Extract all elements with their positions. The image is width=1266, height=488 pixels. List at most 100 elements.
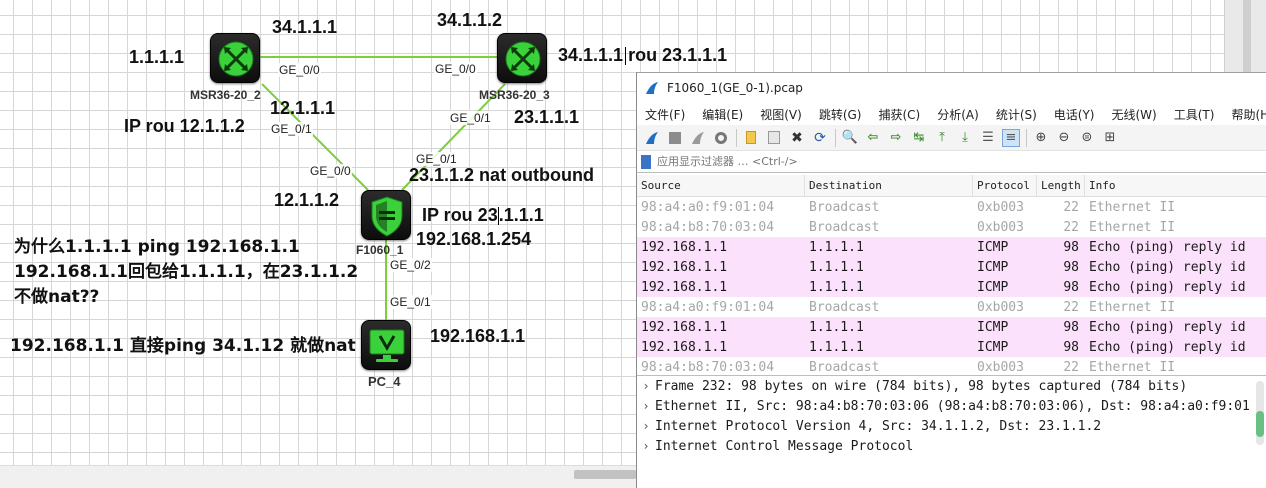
table-row[interactable]: 192.168.1.1 1.1.1.1 ICMP 98 Echo (ping) repl… xyxy=(637,257,1266,277)
chevron-right-icon[interactable]: › xyxy=(637,419,655,433)
chevron-right-icon[interactable]: › xyxy=(637,439,655,453)
router-icon xyxy=(505,41,541,77)
display-filter-bar xyxy=(637,151,1266,173)
menu-help[interactable]: 帮助(H) xyxy=(1231,106,1266,123)
menu-view[interactable]: 视图(V) xyxy=(760,106,802,123)
cell-info: Ethernet II xyxy=(1089,359,1176,372)
go-to-packet-icon[interactable]: ↹ xyxy=(910,129,928,147)
window-title: F1060_1(GE_0-1).pcap xyxy=(667,81,803,95)
nat-note: 23.1.1.2 nat outbound xyxy=(409,165,595,185)
cell-source: 98:a4:a0:f9:01:04 xyxy=(641,299,775,315)
packet-list-header: Source Destination Protocol Length Info xyxy=(637,175,1266,197)
port-label: GE_0/2 xyxy=(389,258,432,272)
detail-row[interactable]: › Internet Protocol Version 4, Src: 34.1.… xyxy=(637,416,1266,436)
scrollbar-thumb[interactable] xyxy=(1256,411,1264,437)
cell-protocol: 0xb003 xyxy=(977,299,1024,315)
cell-destination: Broadcast xyxy=(809,199,880,215)
go-forward-icon[interactable]: ⇨ xyxy=(887,129,905,147)
menu-statistics[interactable]: 统计(S) xyxy=(996,106,1037,123)
column-header-destination[interactable]: Destination xyxy=(805,175,973,197)
restart-capture-icon[interactable] xyxy=(689,129,707,147)
table-row[interactable]: 98:a4:b8:70:03:04 Broadcast 0xb003 22 Ethern… xyxy=(637,357,1266,371)
menu-edit[interactable]: 编辑(E) xyxy=(702,106,743,123)
table-row[interactable]: 192.168.1.1 1.1.1.1 ICMP 98 Echo (ping) repl… xyxy=(637,317,1266,337)
chevron-right-icon[interactable]: › xyxy=(637,379,655,393)
column-header-source[interactable]: Source xyxy=(637,175,805,197)
open-file-icon[interactable] xyxy=(742,129,760,147)
topology-right-scrollbar[interactable] xyxy=(1224,0,1266,72)
reload-file-icon[interactable]: ⟳ xyxy=(811,129,829,147)
bookmark-icon[interactable] xyxy=(641,154,651,169)
table-row[interactable]: 192.168.1.1 1.1.1.1 ICMP 98 Echo (ping) repl… xyxy=(637,337,1266,357)
go-back-icon[interactable]: ⇦ xyxy=(864,129,882,147)
scrollbar-thumb[interactable] xyxy=(574,470,636,479)
table-row[interactable]: 192.168.1.1 1.1.1.1 ICMP 98 Echo (ping) repl… xyxy=(637,277,1266,297)
detail-row[interactable]: › Frame 232: 98 bytes on wire (784 bits),… xyxy=(637,376,1266,396)
resize-columns-icon[interactable]: ⊞ xyxy=(1101,129,1119,147)
column-header-length[interactable]: Length xyxy=(1037,175,1085,197)
colorize-icon[interactable]: ≡ xyxy=(1002,128,1020,147)
firewall-f1060-1[interactable] xyxy=(361,190,411,240)
cell-destination: 1.1.1.1 xyxy=(809,319,864,335)
topology-horizontal-scrollbar[interactable] xyxy=(0,465,636,488)
route-note-part: .1.1.1 xyxy=(498,205,544,225)
normal-size-icon[interactable]: ⊜ xyxy=(1078,129,1096,147)
table-row[interactable]: 98:a4:b8:70:03:04 Broadcast 0xb003 22 Ethern… xyxy=(637,217,1266,237)
close-file-icon[interactable]: ✖ xyxy=(788,129,806,147)
column-header-protocol[interactable]: Protocol xyxy=(973,175,1037,197)
detail-row[interactable]: › Internet Control Message Protocol xyxy=(637,436,1266,456)
cell-info: Echo (ping) reply id xyxy=(1089,239,1246,255)
packet-list[interactable]: Source Destination Protocol Length Info … xyxy=(637,175,1266,371)
zoom-out-icon[interactable]: ⊖ xyxy=(1055,129,1073,147)
menu-go[interactable]: 跳转(G) xyxy=(819,106,862,123)
display-filter-input[interactable] xyxy=(657,155,1217,168)
question-note-line: 为什么1.1.1.1 ping 192.168.1.1 xyxy=(14,237,300,257)
cell-protocol: ICMP xyxy=(977,319,1009,335)
router-msr36-20-3[interactable] xyxy=(497,33,547,83)
column-header-info[interactable]: Info xyxy=(1085,175,1266,197)
port-label: GE_0/1 xyxy=(270,122,313,136)
ip-label: 1.1.1.1 xyxy=(129,47,185,67)
detail-row[interactable]: › Ethernet II, Src: 98:a4:b8:70:03:06 (98… xyxy=(637,396,1266,416)
last-packet-icon[interactable]: ⤓ xyxy=(956,129,974,147)
question-note-line: 192.168.1.1 直接ping 34.1.12 就做nat xyxy=(10,336,356,356)
cell-protocol: 0xb003 xyxy=(977,219,1024,235)
save-file-icon[interactable] xyxy=(765,129,783,147)
chevron-right-icon[interactable]: › xyxy=(637,399,655,413)
menu-tools[interactable]: 工具(T) xyxy=(1174,106,1215,123)
table-row[interactable]: 192.168.1.1 1.1.1.1 ICMP 98 Echo (ping) repl… xyxy=(637,237,1266,257)
start-capture-icon[interactable] xyxy=(643,129,661,147)
cell-info: Echo (ping) reply id xyxy=(1089,259,1246,275)
table-row[interactable]: 98:a4:a0:f9:01:04 Broadcast 0xb003 22 Ethern… xyxy=(637,297,1266,317)
pc-4[interactable] xyxy=(361,320,411,370)
port-label: GE_0/1 xyxy=(449,111,492,125)
menu-file[interactable]: 文件(F) xyxy=(645,106,685,123)
stop-capture-icon[interactable] xyxy=(666,129,684,147)
ip-label: 34.1.1.2 xyxy=(437,10,503,30)
text-caret xyxy=(625,47,627,66)
route-note-fw: IP rou 23.1.1.1 xyxy=(422,205,544,226)
cell-destination: Broadcast xyxy=(809,219,880,235)
cell-length: 98 xyxy=(1063,279,1079,295)
cell-protocol: ICMP xyxy=(977,239,1009,255)
autoscroll-icon[interactable]: ☰ xyxy=(979,129,997,147)
find-packet-icon[interactable]: 🔍 xyxy=(841,129,859,147)
cell-info: Echo (ping) reply id xyxy=(1089,319,1246,335)
wireshark-window: F1060_1(GE_0-1).pcap 文件(F) 编辑(E) 视图(V) 跳… xyxy=(636,72,1266,488)
cell-length: 98 xyxy=(1063,259,1079,275)
menu-telephony[interactable]: 电话(Y) xyxy=(1054,106,1095,123)
menu-wireless[interactable]: 无线(W) xyxy=(1112,106,1157,123)
detail-text: Ethernet II, Src: 98:a4:b8:70:03:06 (98:… xyxy=(655,398,1250,414)
packet-details[interactable]: › Frame 232: 98 bytes on wire (784 bits),… xyxy=(637,375,1266,488)
menu-capture[interactable]: 捕获(C) xyxy=(878,106,920,123)
menu-analyze[interactable]: 分析(A) xyxy=(937,106,979,123)
zoom-in-icon[interactable]: ⊕ xyxy=(1032,129,1050,147)
first-packet-icon[interactable]: ⤒ xyxy=(933,129,951,147)
cell-destination: 1.1.1.1 xyxy=(809,279,864,295)
route-note-part: 34.1.1.1 xyxy=(558,45,624,65)
router-msr36-20-2[interactable] xyxy=(210,33,260,83)
table-row[interactable]: 98:a4:a0:f9:01:04 Broadcast 0xb003 22 Ethern… xyxy=(637,197,1266,217)
details-scrollbar[interactable] xyxy=(1256,381,1264,445)
capture-options-gear-icon[interactable] xyxy=(712,129,730,147)
port-label: GE_0/1 xyxy=(389,295,432,309)
